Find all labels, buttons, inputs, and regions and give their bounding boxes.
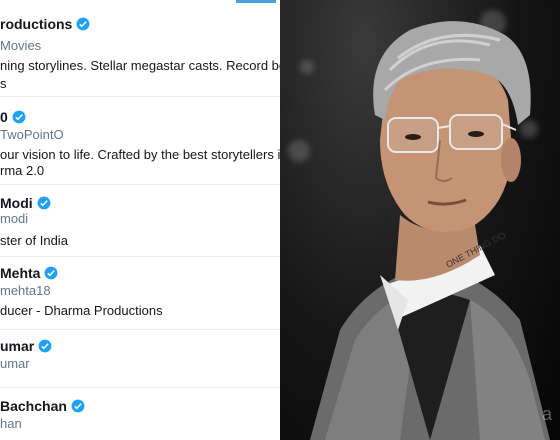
account-handle: umar	[0, 356, 30, 371]
account-name-text: Bachchan	[0, 398, 67, 414]
account-bio-line2: rma 2.0	[0, 163, 45, 178]
account-name-text: umar	[0, 338, 35, 354]
account-row-kumar[interactable]: umar umar	[0, 330, 280, 388]
account-name-text: Modi	[0, 195, 33, 211]
account-row-2point0[interactable]: 0 TwoPointO our vision to life. Crafted …	[0, 97, 280, 185]
account-name: Modi	[0, 195, 51, 211]
account-bio: ning storylines. Stellar megastar casts.…	[0, 58, 280, 73]
account-handle: mehta18	[0, 283, 51, 298]
account-name: Mehta	[0, 265, 58, 281]
eye-right	[468, 131, 484, 137]
account-name-text: roductions	[0, 16, 73, 32]
verified-badge-icon	[37, 196, 51, 210]
account-row-modi[interactable]: Modi modi ster of India	[0, 185, 280, 257]
account-bio: our vision to life. Crafted by the best …	[0, 147, 280, 162]
account-bio-line2: s	[0, 76, 7, 91]
verified-badge-icon	[38, 339, 52, 353]
account-handle: han	[0, 416, 22, 431]
account-handle: Movies	[0, 38, 42, 53]
eye-left	[405, 134, 421, 140]
account-bio: ducer - Dharma Productions	[0, 303, 163, 318]
account-name: Bachchan	[0, 398, 85, 414]
account-handle: modi	[0, 211, 29, 226]
verified-badge-icon	[45, 266, 58, 280]
account-name-text: 0	[0, 109, 8, 125]
portrait-photo: ONE THING DO a	[280, 0, 560, 440]
account-row-dharma-productions[interactable]: roductions Movies ning storylines. Stell…	[0, 0, 280, 97]
verified-badge-icon	[76, 17, 90, 31]
account-row-bachchan[interactable]: Bachchan han	[0, 388, 280, 440]
account-handle: TwoPointO	[0, 127, 64, 142]
watermark: a	[542, 404, 553, 424]
twitter-account-list: roductions Movies ning storylines. Stell…	[0, 0, 280, 440]
ear	[501, 138, 521, 182]
account-name-text: Mehta	[0, 265, 41, 281]
account-name: 0	[0, 109, 26, 125]
account-name: roductions	[0, 16, 90, 32]
account-name: umar	[0, 338, 52, 354]
verified-badge-icon	[71, 399, 85, 413]
account-row-mehta[interactable]: Mehta mehta18 ducer - Dharma Productions	[0, 257, 280, 330]
verified-badge-icon	[12, 110, 26, 124]
account-bio: ster of India	[0, 233, 68, 248]
portrait-figure: ONE THING DO a	[310, 21, 553, 440]
